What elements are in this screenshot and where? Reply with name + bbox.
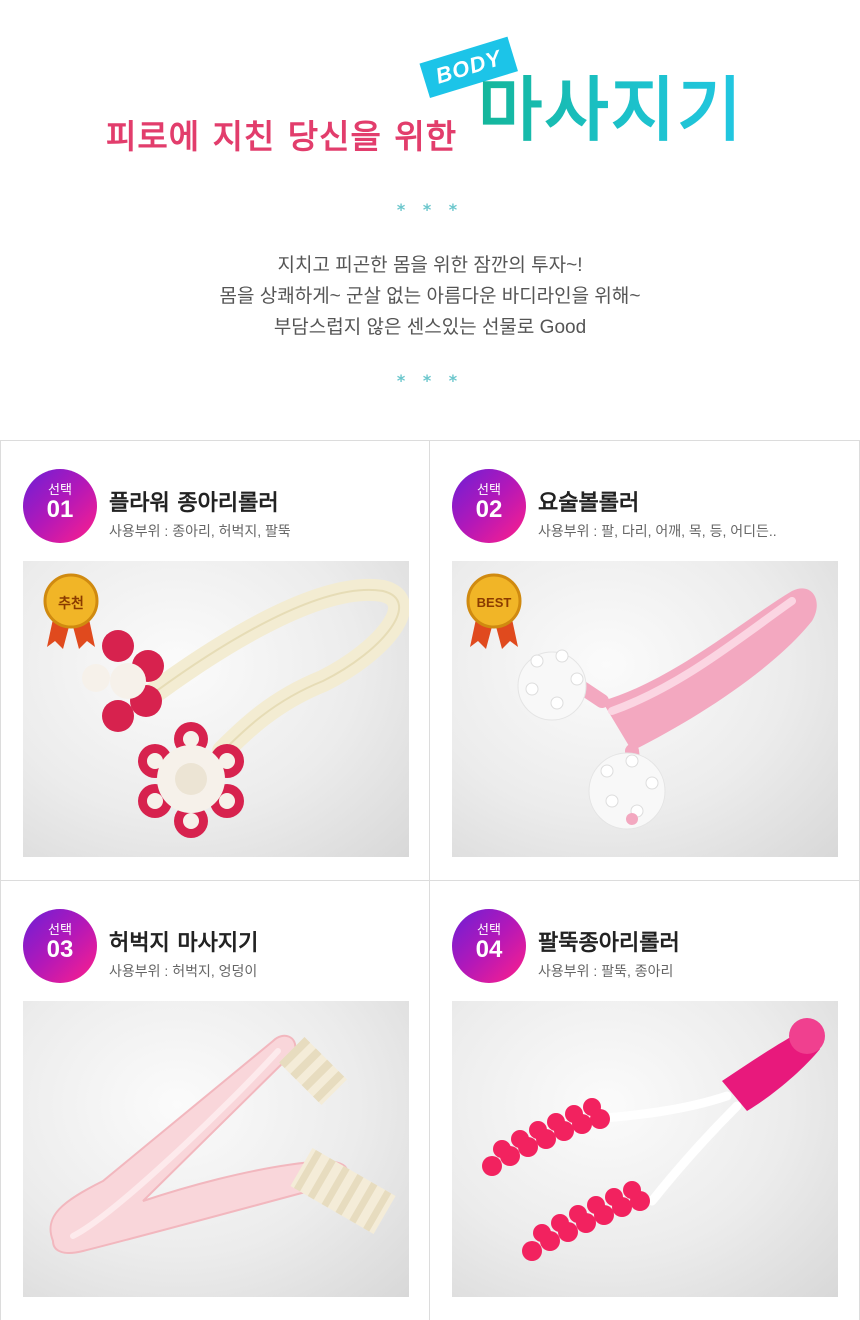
stars-divider-bottom: * * * xyxy=(396,371,464,390)
badge-label: 선택 xyxy=(48,922,72,937)
badge-label: 선택 xyxy=(477,922,501,937)
product-usage: 사용부위 : 허벅지, 엉덩이 xyxy=(109,963,258,979)
best-ribbon-icon xyxy=(466,573,522,649)
magic-ball-roller-illustration: BEST xyxy=(466,573,817,830)
choice-badge: 선택 01 xyxy=(23,469,97,543)
product-card[interactable]: 선택 03 허벅지 마사지기 사용부위 : 허벅지, 엉덩이 xyxy=(0,880,430,1320)
product-usage: 사용부위 : 팔, 다리, 어깨, 목, 등, 어디든.. xyxy=(538,523,777,539)
description-line: 지치고 피곤한 몸을 위한 잠깐의 투자~! xyxy=(277,255,583,276)
header-subtitle: 피로에 지친 당신을 위한 xyxy=(106,117,458,156)
description-line: 몸을 상쾌하게~ 군살 없는 아름다운 바디라인을 위해~ xyxy=(219,286,641,307)
product-image[interactable] xyxy=(452,1001,838,1297)
choice-badge: 선택 03 xyxy=(23,909,97,983)
flower-roller-illustration: 추천 xyxy=(43,573,409,838)
stars-divider-top: * * * xyxy=(396,200,464,219)
page-title: 마사지기 xyxy=(478,69,744,151)
product-card[interactable]: 선택 01 플라워 종아리롤러 사용부위 : 종아리, 허벅지, 팔뚝 추천 xyxy=(0,440,430,880)
product-image[interactable]: BEST xyxy=(452,561,838,857)
product-card[interactable]: 선택 04 팔뚝종아리롤러 사용부위 : 팔뚝, 종아리 xyxy=(430,880,860,1320)
thigh-massager-illustration xyxy=(49,1034,396,1254)
recommend-ribbon-icon xyxy=(43,573,99,649)
product-grid: 선택 01 플라워 종아리롤러 사용부위 : 종아리, 허벅지, 팔뚝 추천 선… xyxy=(0,440,860,1320)
choice-badge: 선택 04 xyxy=(452,909,526,983)
ribbon-label: 추천 xyxy=(58,596,84,612)
badge-label: 선택 xyxy=(48,482,72,497)
product-name[interactable]: 플라워 종아리롤러 xyxy=(109,485,279,517)
badge-number: 04 xyxy=(475,936,503,963)
product-name[interactable]: 요술볼롤러 xyxy=(538,485,639,517)
product-name[interactable]: 허벅지 마사지기 xyxy=(109,925,258,957)
badge-label: 선택 xyxy=(477,482,501,497)
product-card[interactable]: 선택 02 요술볼롤러 사용부위 : 팔, 다리, 어깨, 목, 등, 어디든.… xyxy=(430,440,860,880)
arm-calf-roller-illustration xyxy=(482,1018,825,1261)
description-line: 부담스럽지 않은 센스있는 선물로 Good xyxy=(273,317,587,338)
product-usage: 사용부위 : 팔뚝, 종아리 xyxy=(538,963,674,979)
badge-number: 03 xyxy=(46,936,74,963)
badge-number: 01 xyxy=(46,496,74,523)
product-usage: 사용부위 : 종아리, 허벅지, 팔뚝 xyxy=(109,523,291,539)
product-image[interactable] xyxy=(23,1001,409,1297)
product-name[interactable]: 팔뚝종아리롤러 xyxy=(538,925,680,957)
page-header: 피로에 지친 당신을 위한 BODY 마사지기 * * * 지치고 피곤한 몸을… xyxy=(0,0,860,440)
badge-number: 02 xyxy=(475,496,503,523)
choice-badge: 선택 02 xyxy=(452,469,526,543)
ribbon-label: BEST xyxy=(477,595,512,610)
product-image[interactable]: 추천 xyxy=(23,561,409,857)
header-description: 지치고 피곤한 몸을 위한 잠깐의 투자~! 몸을 상쾌하게~ 군살 없는 아름… xyxy=(0,250,860,343)
